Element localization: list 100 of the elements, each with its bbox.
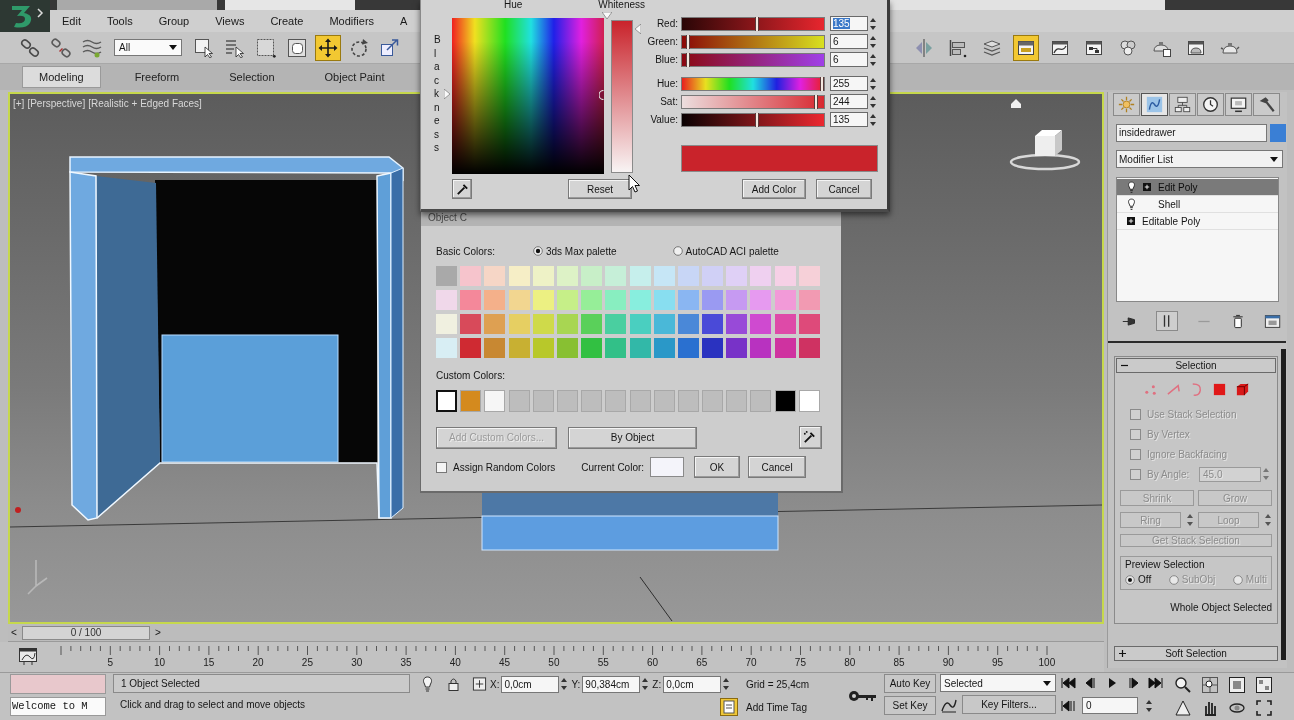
menu-item[interactable]: Views <box>215 15 245 27</box>
expand-box-icon[interactable] <box>1143 183 1151 191</box>
color-swatch[interactable] <box>774 314 796 334</box>
go-to-end-icon[interactable] <box>1148 676 1164 689</box>
radio-button[interactable] <box>532 246 543 256</box>
frame-box-icon[interactable] <box>1228 675 1246 694</box>
coordinate-field[interactable]: 0,0cm <box>663 675 722 693</box>
color-swatch[interactable] <box>532 266 554 286</box>
channel-slider-thumb[interactable] <box>820 76 824 91</box>
channel-value-field[interactable]: 6 <box>830 34 868 49</box>
menu-item[interactable]: A <box>400 15 408 27</box>
color-swatch[interactable] <box>750 290 772 310</box>
color-swatch[interactable] <box>581 290 603 310</box>
by-object-button[interactable]: By Object <box>568 426 697 449</box>
color-swatch[interactable] <box>556 314 578 334</box>
go-to-start-icon[interactable] <box>1060 676 1076 689</box>
current-frame-field[interactable]: 0 <box>1082 697 1138 714</box>
channel-value-field[interactable]: 6 <box>830 52 868 67</box>
color-swatch[interactable] <box>436 338 457 358</box>
color-swatch[interactable] <box>629 314 651 334</box>
whiteness-bar[interactable] <box>611 20 633 173</box>
custom-color-swatch[interactable] <box>750 390 772 412</box>
maxscript-input-field[interactable] <box>10 674 106 694</box>
toolbar-button[interactable] <box>315 34 341 61</box>
color-swatch[interactable] <box>677 290 699 310</box>
color-swatch[interactable] <box>750 266 772 286</box>
color-swatch[interactable] <box>726 266 748 286</box>
time-slider-track[interactable]: < 0 / 100 > <box>8 624 1104 642</box>
add-color-button[interactable]: Add Color <box>742 179 806 199</box>
command-panel-tab[interactable] <box>1169 93 1196 116</box>
channel-slider-thumb[interactable] <box>686 34 691 49</box>
custom-color-swatch[interactable] <box>484 390 506 412</box>
menu-item[interactable]: Modifiers <box>329 15 375 27</box>
channel-slider-track[interactable] <box>681 94 825 109</box>
key-icon[interactable] <box>848 689 878 703</box>
color-swatch[interactable] <box>508 314 530 334</box>
coordinate-field[interactable]: 90,384cm <box>582 675 641 693</box>
color-swatch[interactable] <box>605 290 627 310</box>
time-slider-thumb[interactable]: 0 / 100 <box>22 625 150 640</box>
color-swatch[interactable] <box>508 266 530 286</box>
set-key-button[interactable]: Set Key <box>884 696 936 715</box>
ribbon-tab[interactable]: Freeform <box>118 67 196 87</box>
expand-box-icon[interactable] <box>1127 217 1135 225</box>
custom-color-swatch[interactable] <box>532 390 554 412</box>
blackness-marker-icon[interactable] <box>444 89 450 99</box>
color-swatch[interactable] <box>484 314 506 334</box>
color-swatch[interactable] <box>436 290 457 310</box>
color-swatch[interactable] <box>605 338 627 358</box>
command-panel-tab[interactable] <box>1253 93 1280 116</box>
selection-filter-dropdown[interactable]: All <box>114 39 182 56</box>
channel-slider-track[interactable] <box>681 16 825 31</box>
color-swatch[interactable] <box>702 338 724 358</box>
color-swatch[interactable] <box>702 290 724 310</box>
rollout-header[interactable]: Soft Selection <box>1114 646 1278 661</box>
light-bulb-icon[interactable] <box>1127 197 1136 211</box>
color-swatch[interactable] <box>677 314 699 334</box>
color-swatch[interactable] <box>750 314 772 334</box>
magnifier-icon[interactable] <box>1174 675 1192 694</box>
key-mode-dropdown[interactable]: Selected <box>940 674 1056 692</box>
color-swatch[interactable] <box>460 314 482 334</box>
channel-slider-track[interactable] <box>681 112 825 127</box>
toolbar-button[interactable] <box>1013 34 1039 61</box>
color-swatch[interactable] <box>702 314 724 334</box>
object-name-field[interactable]: insidedrawer <box>1116 124 1267 142</box>
ribbon-tab[interactable]: Modeling <box>22 66 101 88</box>
show-end-result-button[interactable] <box>1155 311 1178 331</box>
previous-frame-button[interactable]: < <box>8 625 20 640</box>
channel-value-field[interactable]: 135 <box>830 112 868 127</box>
viewport-label-menu[interactable]: [Realistic + Edged Faces] <box>88 98 202 109</box>
color-swatch[interactable] <box>726 290 748 310</box>
color-swatch[interactable] <box>484 290 506 310</box>
color-swatch[interactable] <box>532 290 554 310</box>
maxscript-output-field[interactable]: Welcome to M <box>10 697 106 716</box>
color-swatch[interactable] <box>460 266 482 286</box>
color-swatch[interactable] <box>677 338 699 358</box>
menu-item[interactable]: Edit <box>62 15 81 27</box>
reset-button[interactable]: Reset <box>568 179 632 199</box>
color-swatch[interactable] <box>460 290 482 310</box>
color-swatch[interactable] <box>629 338 651 358</box>
color-swatch[interactable] <box>774 290 796 310</box>
channel-value-field[interactable]: 135 <box>830 16 868 31</box>
eyedropper-button[interactable] <box>452 179 472 199</box>
color-swatch[interactable] <box>556 338 578 358</box>
modifier-stack-item[interactable]: Editable Poly <box>1117 213 1278 230</box>
field-of-view-icon[interactable] <box>1174 698 1192 717</box>
modifier-stack-item[interactable]: Shell <box>1117 196 1278 213</box>
radio-button[interactable] <box>672 246 683 256</box>
next-frame-button[interactable]: > <box>152 625 164 640</box>
frame-boxes-icon[interactable] <box>1255 675 1273 694</box>
menu-item[interactable]: Group <box>158 15 190 27</box>
menu-item[interactable]: Tools <box>106 15 133 27</box>
custom-color-swatch[interactable] <box>726 390 748 412</box>
channel-value-field[interactable]: 255 <box>830 76 868 91</box>
value-marker-icon[interactable] <box>635 24 641 34</box>
color-swatch[interactable] <box>798 314 820 334</box>
color-swatch[interactable] <box>653 314 675 334</box>
light-bulb-icon[interactable] <box>420 676 435 692</box>
whiteness-marker-icon[interactable] <box>602 12 612 19</box>
add-time-tag-text[interactable]: Add Time Tag <box>742 701 842 713</box>
channel-slider-thumb[interactable] <box>755 112 760 127</box>
